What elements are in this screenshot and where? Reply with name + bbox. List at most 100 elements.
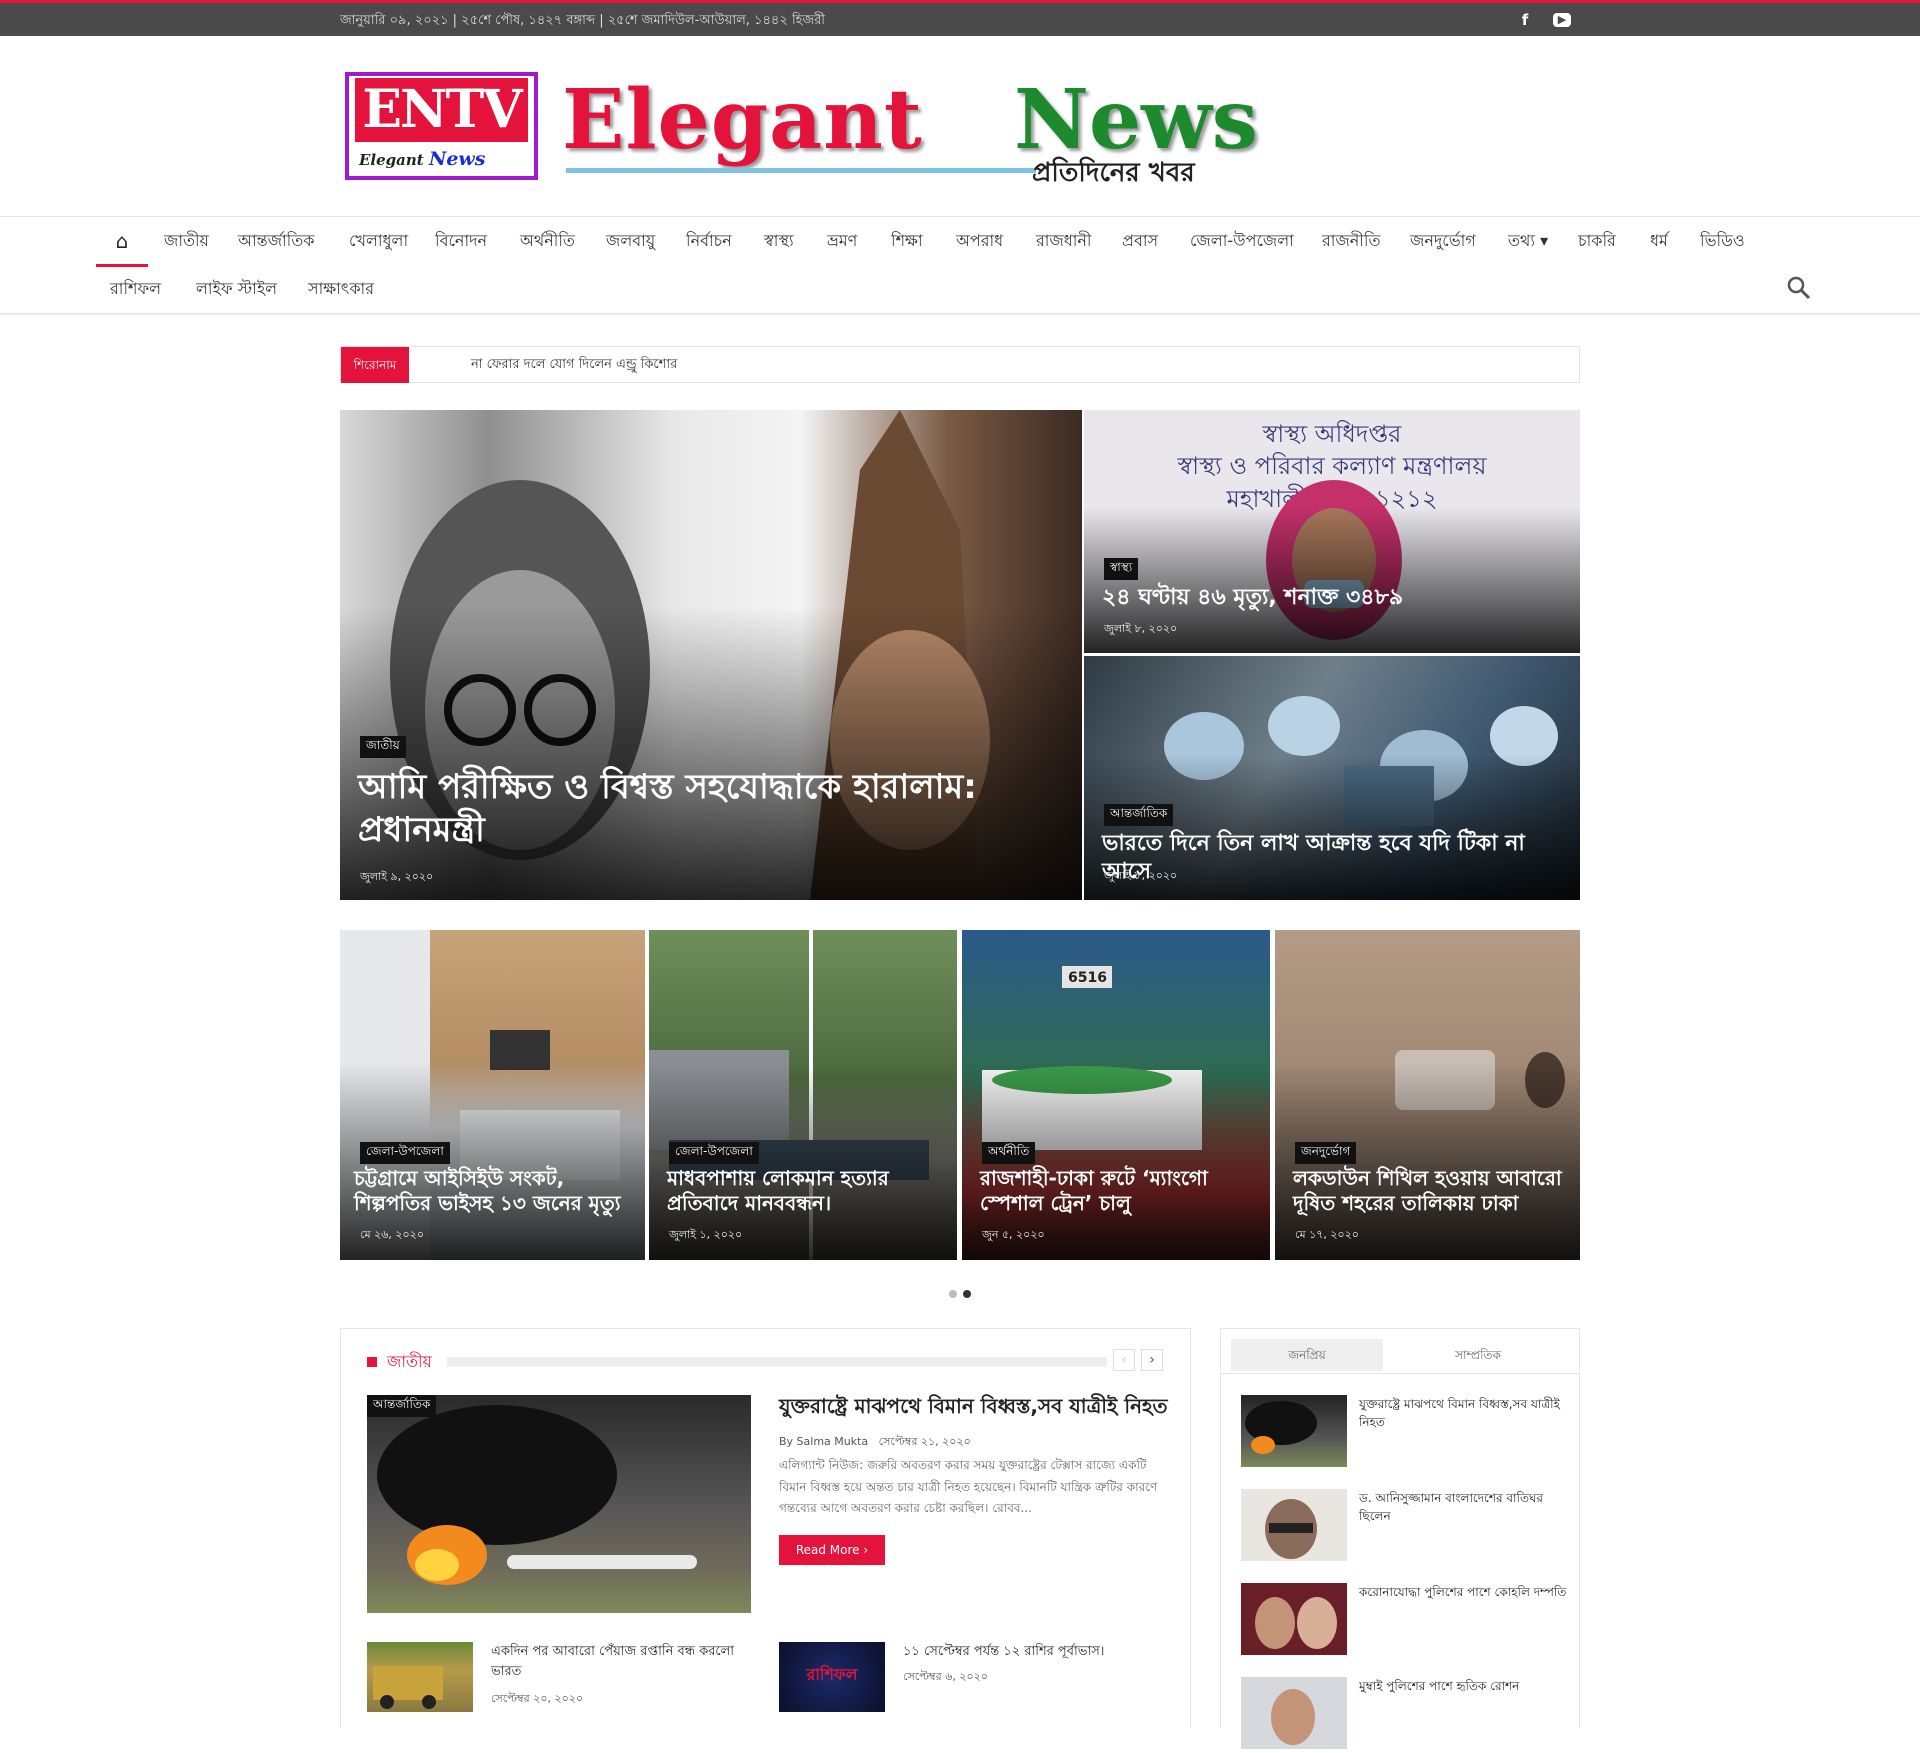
brand-tagline: প্রতিদিনের খবর [1032, 158, 1195, 188]
slider-dot[interactable] [949, 1290, 957, 1298]
nav-item[interactable]: জাতীয় [164, 217, 209, 265]
featured-side-card[interactable]: আন্তর্জাতিক ভারতে দিনে তিন লাখ আক্রান্ত … [1084, 656, 1580, 900]
train-number: 6516 [1068, 970, 1107, 986]
section-title[interactable]: জাতীয় [387, 1349, 432, 1376]
category-badge[interactable]: আন্তর্জাতিক [1104, 804, 1174, 826]
nav-item[interactable]: সাক্ষাৎকার [308, 265, 374, 313]
nav-item-dropdown[interactable]: তথ্য ▾ [1508, 217, 1548, 265]
slider-card[interactable]: জনদুর্ভোগ লকডাউন শিথিল হওয়ায় আবারো দূষ… [1275, 930, 1580, 1260]
post-date: মে ১৭, ২০২০ [1295, 1228, 1359, 1241]
entv-logo[interactable]: ENTV Elegant News [345, 72, 538, 180]
category-badge[interactable]: জেলা-উপজেলা [360, 1142, 450, 1164]
nav-item[interactable]: প্রবাস [1122, 217, 1158, 265]
nav-item[interactable]: লাইফ স্টাইল [196, 265, 277, 313]
nav-item[interactable]: স্বাস্থ্য [764, 217, 794, 265]
sidebar-post[interactable]: যুক্তরাষ্ট্রে মাঝপথে বিমান বিধ্বস্ত,সব য… [1241, 1395, 1571, 1471]
sidebar-post-title[interactable]: যুক্তরাষ্ট্রে মাঝপথে বিমান বিধ্বস্ত,সব য… [1359, 1395, 1569, 1431]
nav-item[interactable]: রাশিফল [110, 265, 161, 313]
nav-item[interactable]: চাকরি [1578, 217, 1616, 265]
featured-main-card[interactable]: জাতীয় আমি পরীক্ষিত ও বিশ্বস্ত সহযোদ্ধাক… [340, 410, 1082, 900]
category-badge[interactable]: জনদুর্ভোগ [1295, 1142, 1357, 1164]
sidebar-post-title[interactable]: মুম্বাই পুলিশের পাশে হৃতিক রোশন [1359, 1677, 1569, 1695]
lead-meta: By Salma Mukta সেপ্টেম্বর ২১, ২০২০ [779, 1433, 971, 1452]
main-nav: ⌂ জাতীয় আন্তর্জাতিক খেলাধুলা বিনোদন অর্… [0, 216, 1920, 314]
youtube-icon[interactable]: ▶ [1553, 13, 1571, 27]
small-post[interactable]: রাশিফল ১১ সেপ্টেম্বর পর্যন্ত ১২ রাশির পূ… [779, 1642, 1179, 1712]
featured-side-card[interactable]: স্বাস্থ্য অধিদপ্তর স্বাস্থ্য ও পরিবার কল… [1084, 410, 1580, 653]
search-icon[interactable] [1786, 275, 1812, 301]
category-badge[interactable]: অর্থনীতি [982, 1142, 1036, 1164]
nav-item[interactable]: খেলাধুলা [349, 217, 408, 265]
prev-arrow-icon[interactable]: ‹ [1113, 1349, 1135, 1371]
small-post-title[interactable]: ১১ সেপ্টেম্বর পর্যন্ত ১২ রাশির পূর্বাভাস… [903, 1642, 1163, 1662]
home-icon[interactable]: ⌂ [96, 217, 148, 267]
read-more-button[interactable]: Read More › [779, 1535, 885, 1565]
sidebar-post[interactable]: ড. আনিসুজ্জামান বাংলাদেশের বাতিঘর ছিলেন [1241, 1489, 1571, 1565]
section-divider [447, 1357, 1107, 1367]
headline[interactable]: লকডাউন শিথিল হওয়ায় আবারো দূষিত শহরের ত… [1293, 1166, 1573, 1216]
category-badge[interactable]: আন্তর্জাতিক [367, 1395, 437, 1417]
slider-card[interactable]: জেলা-উপজেলা মাধবপাশায় লোকমান হত্যার প্র… [649, 930, 957, 1260]
top-bar: জানুয়ারি ০৯, ২০২১ | ২৫শে পৌষ, ১৪২৭ বঙ্গ… [0, 0, 1920, 36]
nav-item[interactable]: অর্থনীতি [520, 217, 575, 265]
brand-elegant: Elegant [562, 72, 923, 168]
sidebar-tabs-widget: জনপ্রিয় সাম্প্রতিক যুক্তরাষ্ট্রে মাঝপথে… [1220, 1328, 1580, 1749]
nav-item[interactable]: ভ্রমণ [827, 217, 857, 265]
ticker-headline[interactable]: না ফেরার দলে যোগ দিলেন এন্ড্রু কিশোর [471, 347, 677, 383]
section-marker [367, 1357, 377, 1367]
nav-item[interactable]: ধর্ম [1650, 217, 1668, 265]
nav-item[interactable]: বিনোদন [435, 217, 487, 265]
post-date: জুন ৫, ২০২০ [982, 1228, 1045, 1241]
sidebar-post[interactable]: মুম্বাই পুলিশের পাশে হৃতিক রোশন [1241, 1677, 1571, 1753]
nav-item[interactable]: জলবায়ু [606, 217, 655, 265]
nav-item[interactable]: আন্তর্জাতিক [238, 217, 314, 265]
tab-popular[interactable]: জনপ্রিয় [1231, 1339, 1383, 1371]
thumb-image [1241, 1489, 1347, 1561]
thumb-image: রাশিফল [779, 1642, 885, 1712]
site-header: ENTV Elegant News Elegant News প্রতিদিনে… [0, 36, 1920, 216]
sidebar-post-title[interactable]: ড. আনিসুজ্জামান বাংলাদেশের বাতিঘর ছিলেন [1359, 1489, 1569, 1525]
logo-badge: ENTV [355, 78, 528, 142]
slider-card[interactable]: 6516 অর্থনীতি রাজশাহী-ঢাকা রুটে ‘ম্যাংগো… [962, 930, 1270, 1260]
nav-item[interactable]: ভিডিও [1700, 217, 1745, 265]
nav-item[interactable]: শিক্ষা [891, 217, 923, 265]
post-date: মে ২৬, ২০২০ [360, 1228, 424, 1241]
header-date: জানুয়ারি ০৯, ২০২১ | ২৫শে পৌষ, ১৪২৭ বঙ্গ… [340, 13, 825, 28]
logo-badge-sub: Elegant News [359, 148, 486, 170]
nav-item[interactable]: রাজধানী [1036, 217, 1092, 265]
ticker-label: শিরোনাম [341, 347, 409, 383]
headline[interactable]: আমি পরীক্ষিত ও বিশ্বস্ত সহযোদ্ধাকে হারাল… [358, 766, 1058, 851]
headline[interactable]: মাধবপাশায় লোকমান হত্যার প্রতিবাদে মানবব… [667, 1166, 947, 1216]
thumb-image [1241, 1583, 1347, 1655]
lead-headline[interactable]: যুক্তরাষ্ট্রে মাঝপথে বিমান বিধ্বস্ত,সব য… [779, 1393, 1169, 1419]
headline[interactable]: চট্টগ্রামে আইসিইউ সংকট, শিল্পপতির ভাইসহ … [354, 1166, 639, 1216]
small-post[interactable]: একদিন পর আবারো পেঁয়াজ রপ্তানি বন্ধ করলো… [367, 1642, 767, 1712]
brand-underline [566, 168, 1036, 173]
nav-item[interactable]: রাজনীতি [1322, 217, 1380, 265]
brand-logo[interactable]: Elegant News প্রতিদিনের খবর [562, 72, 1262, 188]
headline[interactable]: ২৪ ঘণ্টায় ৪৬ মৃত্যু, শনাক্ত ৩৪৮৯ [1102, 584, 1562, 612]
post-date: সেপ্টেম্বর ২১, ২০২০ [878, 1435, 971, 1448]
post-date: জুলাই ৮, ২০২০ [1104, 622, 1178, 635]
slider-card[interactable]: জেলা-উপজেলা চট্টগ্রামে আইসিইউ সংকট, শিল্… [340, 930, 645, 1260]
headline[interactable]: রাজশাহী-ঢাকা রুটে ‘ম্যাংগো স্পেশাল ট্রেন… [980, 1166, 1265, 1216]
post-date: জুলাই ১, ২০২০ [669, 1228, 743, 1241]
category-badge[interactable]: জাতীয় [360, 736, 406, 758]
nav-item[interactable]: নির্বাচন [686, 217, 732, 265]
sidebar-post[interactable]: করোনাযোদ্ধা পুলিশের পাশে কোহলি দম্পতি [1241, 1583, 1571, 1659]
small-post-title[interactable]: একদিন পর আবারো পেঁয়াজ রপ্তানি বন্ধ করলো… [491, 1642, 751, 1681]
thumb-image [1241, 1395, 1347, 1467]
sidebar-post-title[interactable]: করোনাযোদ্ধা পুলিশের পাশে কোহলি দম্পতি [1359, 1583, 1569, 1601]
nav-item[interactable]: জনদুর্ভোগ [1410, 217, 1476, 265]
author[interactable]: By Salma Mukta [779, 1435, 868, 1448]
facebook-icon[interactable]: f [1514, 9, 1536, 31]
slider-dot-active[interactable] [963, 1290, 971, 1298]
category-badge[interactable]: স্বাস্থ্য [1104, 558, 1139, 580]
nav-item[interactable]: জেলা-উপজেলা [1190, 217, 1294, 265]
lead-image[interactable]: আন্তর্জাতিক [367, 1395, 751, 1613]
thumb-image [1241, 1677, 1347, 1749]
tab-recent[interactable]: সাম্প্রতিক [1387, 1339, 1569, 1371]
nav-item[interactable]: অপরাধ [956, 217, 1003, 265]
next-arrow-icon[interactable]: › [1141, 1349, 1163, 1371]
category-badge[interactable]: জেলা-উপজেলা [669, 1142, 759, 1164]
